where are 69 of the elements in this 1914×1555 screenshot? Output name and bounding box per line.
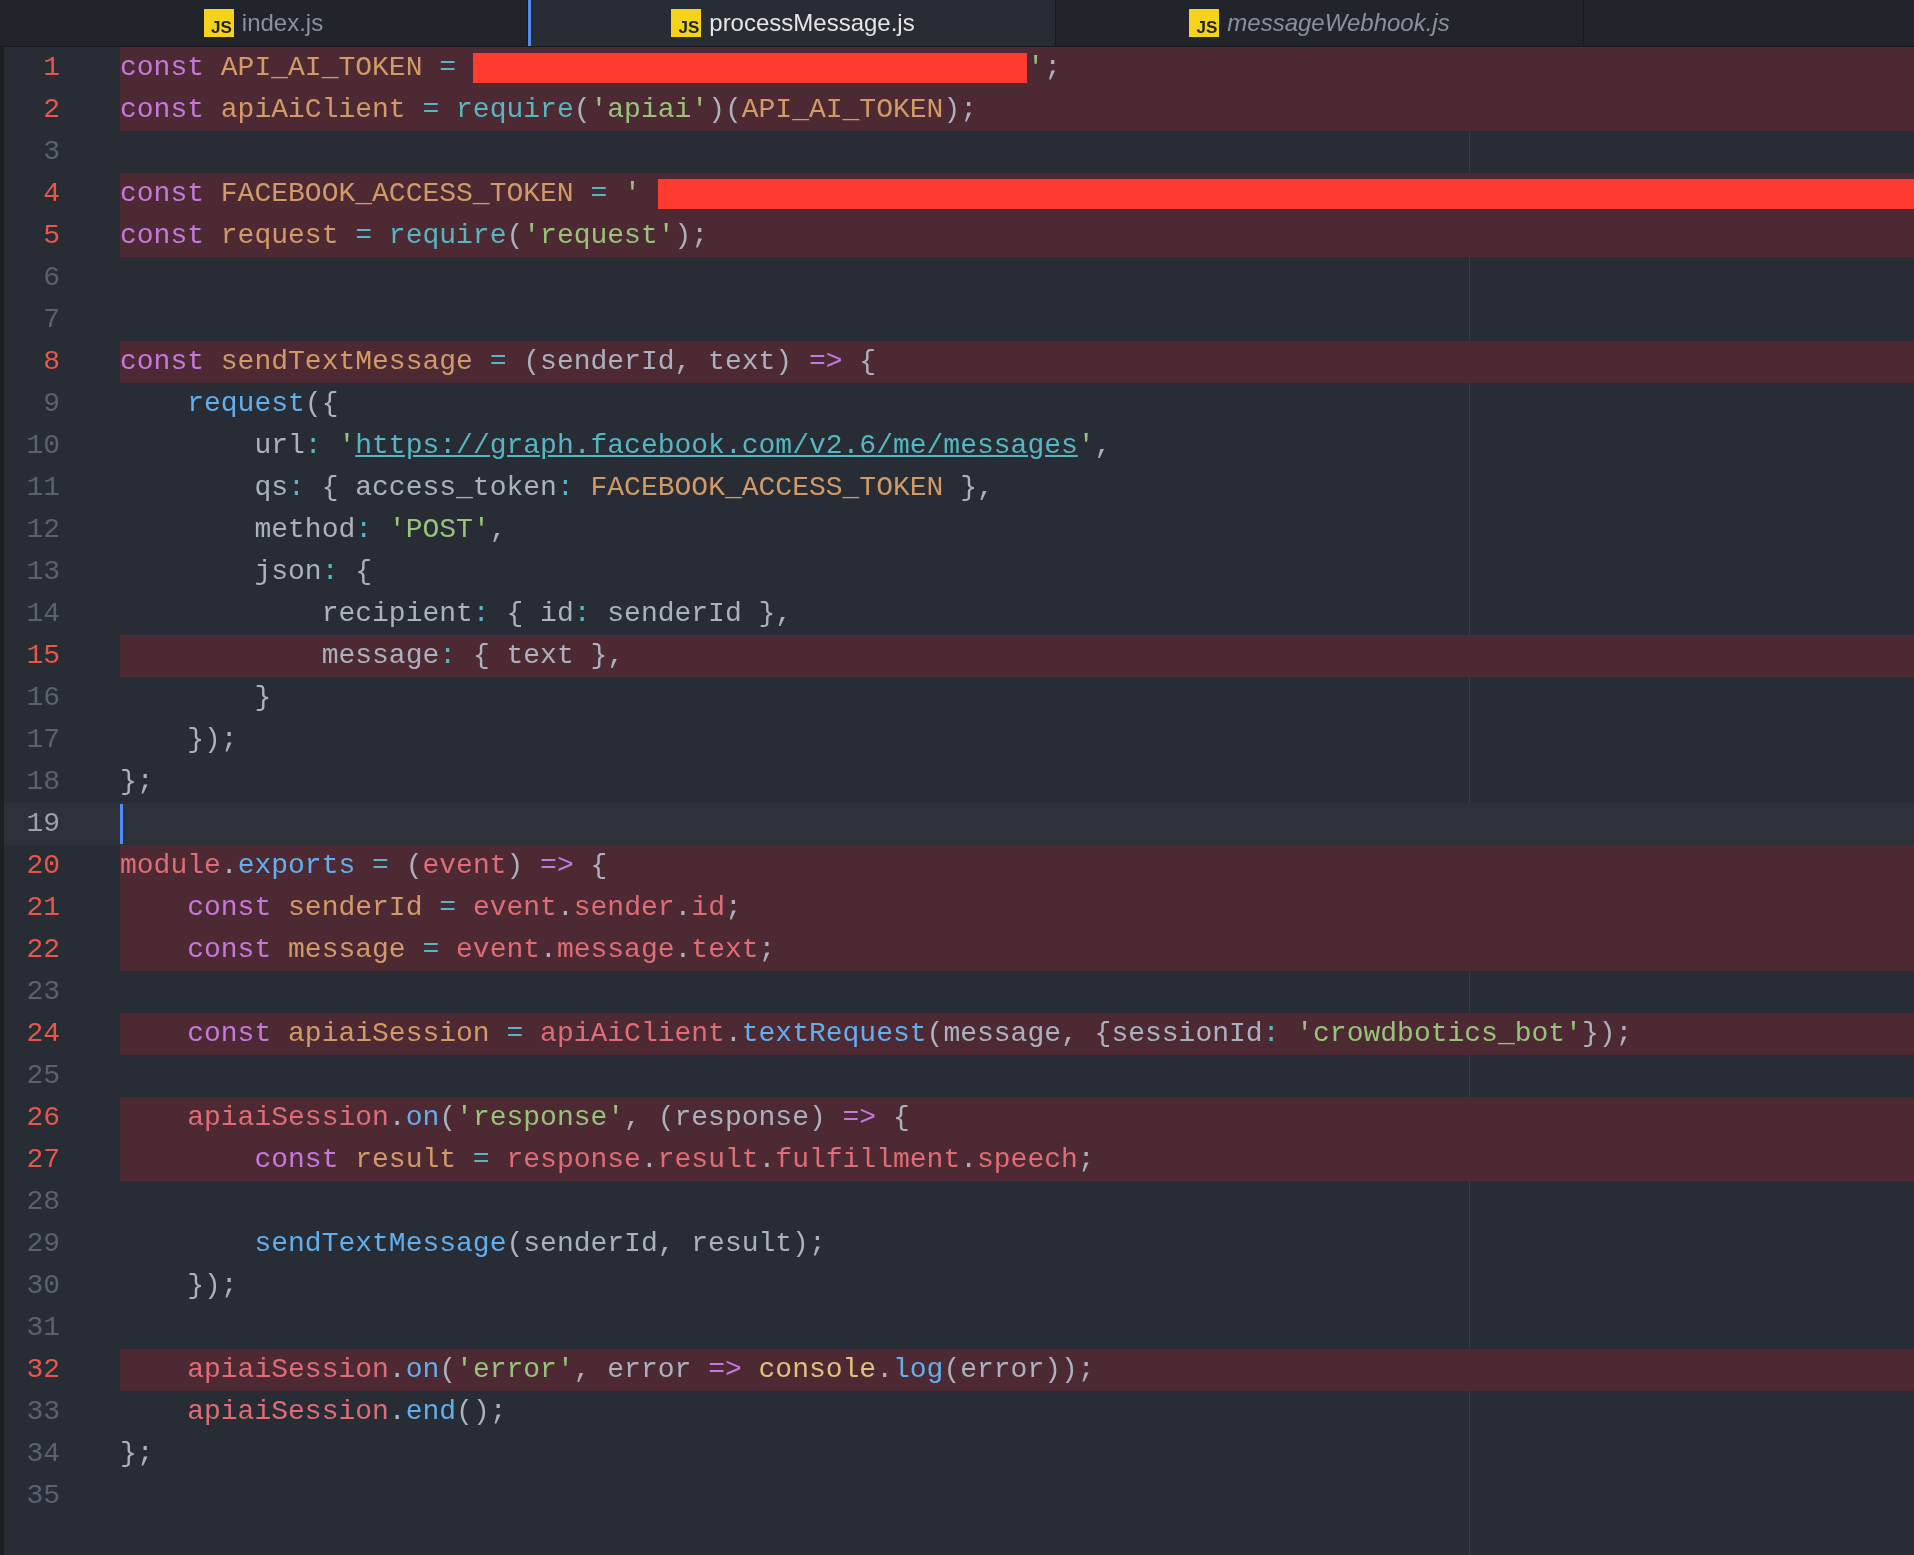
line-number: 34 [25,1437,60,1471]
line-number: 23 [25,975,60,1009]
line-number: 27 [25,1143,60,1177]
code-text: message: { text }, [320,639,625,673]
line-number: 15 [25,639,60,673]
file-tab[interactable]: JS messageWebhook.js [1056,0,1584,46]
line-number: 28 [25,1185,60,1219]
code-text: module.exports = (event) => { [120,849,608,883]
js-file-icon: JS [671,9,702,37]
js-file-icon: JS [1189,9,1220,37]
code-text: sendTextMessage(senderId, result); [253,1227,826,1261]
line-number: 16 [25,681,60,715]
code-text: request({ [186,387,339,421]
line-number: 7 [42,303,60,337]
code-text: } [253,681,272,715]
code-text: apiaiSession.end(); [186,1395,507,1429]
line-number: 9 [42,387,60,421]
line-number: 32 [25,1353,60,1387]
code-text: const API_AI_TOKEN = [120,51,457,85]
line-number: 12 [25,513,60,547]
line-number: 29 [25,1227,60,1261]
code-text: apiaiSession.on('response', (response) => { [186,1101,910,1135]
line-number: 18 [25,765,60,799]
code-text: }); [186,723,238,757]
code-text: const sendTextMessage = (senderId, text) => { [120,345,877,379]
line-number: 17 [25,723,60,757]
line-number: 14 [25,597,60,631]
line-number: 3 [42,135,60,169]
file-tab[interactable]: JS processMessage.js [528,0,1056,46]
code-text: }); [186,1269,238,1303]
line-number: 30 [25,1269,60,1303]
line-number: 22 [25,933,60,967]
line-number: 26 [25,1101,60,1135]
line-number: 5 [42,219,60,253]
line-number: 4 [42,177,60,211]
code-text: const message = event.message.text; [186,933,776,967]
line-number: 21 [25,891,60,925]
line-number: 35 [25,1479,60,1513]
code-text: '; [1027,51,1061,85]
code-text: const apiaiSession = apiAiClient.textRequest(message, {sessionId: 'crowdbotics_bot'}); [186,1017,1633,1051]
code-text: const senderId = event.sender.id; [186,891,742,925]
code-text: const request = require('request'); [120,219,709,253]
code-text: qs: { access_token: FACEBOOK_ACCESS_TOKEN }, [253,471,994,505]
code-text: const apiAiClient = require('apiai')(API_AI_TOKEN); [120,93,977,127]
code-text: json: { [253,555,373,589]
line-number: 20 [25,849,60,883]
code-text: const result = response.result.fulfillment.speech; [253,1143,1095,1177]
line-number: 31 [25,1311,60,1345]
line-number: 11 [25,471,60,505]
line-number: 13 [25,555,60,589]
code-text: recipient: { id: senderId }, [320,597,793,631]
code-text: apiaiSession.on('error', error => console.log(error)); [186,1353,1095,1387]
code-text: url: 'https://graph.facebook.com/v2.6/me/messages', [253,429,1112,463]
code-text: }; [120,765,154,799]
line-number: 6 [42,261,60,295]
line-number: 1 [42,51,60,85]
code-text: }; [120,1437,154,1471]
url-link[interactable]: https://graph.facebook.com/v2.6/me/messages [355,430,1078,461]
line-number: 24 [25,1017,60,1051]
code-text: const FACEBOOK_ACCESS_TOKEN = ' [120,177,641,211]
line-number: 10 [25,429,60,463]
file-tab[interactable]: JS index.js [0,0,528,46]
line-number: 2 [42,93,60,127]
line-number: 8 [42,345,60,379]
code-text: method: 'POST', [253,513,507,547]
js-file-icon: JS [203,9,234,37]
line-number: 33 [25,1395,60,1429]
line-number: 19 [25,807,60,841]
line-number: 25 [25,1059,60,1093]
